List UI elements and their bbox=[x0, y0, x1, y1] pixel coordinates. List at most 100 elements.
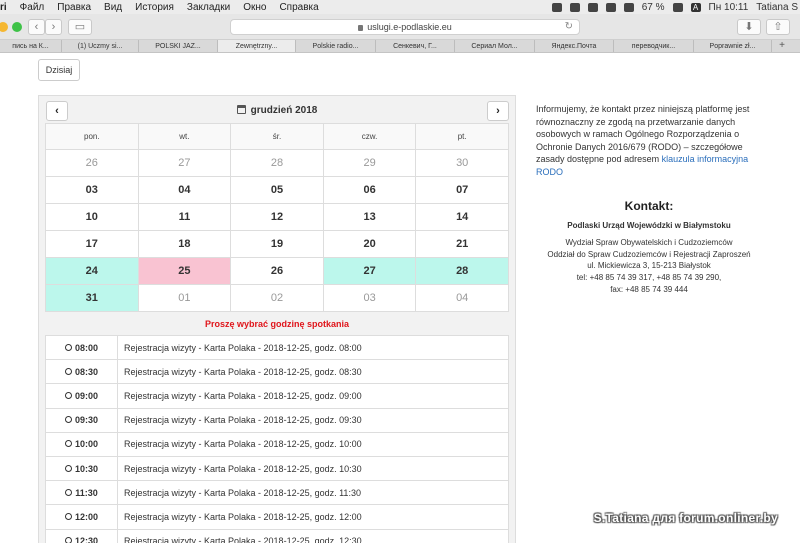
time-slot-time[interactable]: 09:30 bbox=[45, 407, 118, 433]
calendar-day-cell[interactable]: 02 bbox=[230, 284, 324, 312]
calendar-day-cell[interactable]: 10 bbox=[45, 203, 139, 231]
tab-item[interactable]: Poprawnie zł... bbox=[694, 40, 772, 52]
calendar-day-cell[interactable]: 27 bbox=[137, 149, 232, 177]
calendar-day-cell[interactable]: 19 bbox=[230, 230, 324, 258]
calendar-day-cell[interactable]: 12 bbox=[230, 203, 324, 231]
dropbox-icon[interactable] bbox=[551, 2, 562, 12]
sidebar-button[interactable]: ▭ bbox=[68, 19, 92, 35]
tab-item[interactable]: POLSKI JAZ... bbox=[139, 40, 218, 52]
battery-icon[interactable] bbox=[672, 2, 683, 12]
calendar-day-cell[interactable]: 21 bbox=[415, 230, 509, 258]
time-slot-description[interactable]: Rejestracja wizyty - Karta Polaka - 2018… bbox=[117, 359, 509, 385]
time-slot-time[interactable]: 10:30 bbox=[45, 455, 118, 482]
calendar-day-cell[interactable]: 17 bbox=[45, 230, 139, 258]
tab-item[interactable]: Сериал Мол... bbox=[455, 40, 535, 52]
time-slot-time-text: 11:30 bbox=[75, 487, 98, 498]
calendar-day-cell[interactable]: 30 bbox=[415, 149, 509, 177]
time-slot-row[interactable]: 10:00 Rejestracja wizyty - Karta Polaka -… bbox=[45, 431, 509, 457]
zoom-button[interactable] bbox=[12, 22, 22, 32]
new-tab-icon[interactable]: + bbox=[772, 40, 792, 52]
time-slot-time-text: 10:30 bbox=[74, 463, 99, 474]
calendar-day-cell[interactable]: 31 bbox=[45, 284, 139, 312]
menu-item-bookmarks[interactable]: Закладки bbox=[187, 2, 230, 13]
time-slot-description[interactable]: Rejestracja wizyty - Karta Polaka - 2018… bbox=[117, 334, 509, 361]
menubar-user[interactable]: Tatiana S bbox=[756, 2, 798, 13]
reload-icon[interactable]: ↻ bbox=[565, 20, 573, 34]
menu-app-name[interactable]: ri bbox=[0, 2, 7, 13]
share-button[interactable]: ⇧ bbox=[766, 19, 790, 35]
calendar-day-cell[interactable]: 27 bbox=[322, 257, 417, 285]
time-slot-row[interactable]: 08:00 Rejestracja wizyty - Karta Polaka -… bbox=[45, 334, 509, 361]
time-slot-row[interactable]: 09:30 Rejestracja wizyty - Karta Polaka -… bbox=[45, 407, 509, 433]
wifi-icon[interactable] bbox=[605, 2, 616, 12]
time-slot-description[interactable]: Rejestracja wizyty - Karta Polaka - 2018… bbox=[117, 455, 509, 482]
menu-item-window[interactable]: Окно bbox=[243, 2, 266, 13]
time-slot-time[interactable]: 12:00 bbox=[45, 504, 118, 530]
calendar-day-cell[interactable]: 04 bbox=[137, 176, 232, 204]
menubar-clock[interactable]: Пн 10:11 bbox=[709, 2, 749, 13]
time-slot-description[interactable]: Rejestracja wizyty - Karta Polaka - 2018… bbox=[117, 407, 509, 433]
next-month-button[interactable]: › bbox=[487, 101, 509, 121]
calendar-day-cell[interactable]: 24 bbox=[45, 257, 139, 285]
tab-item[interactable]: Polskie radio... bbox=[296, 40, 376, 52]
tab-item[interactable]: Яндекс.Почта bbox=[535, 40, 614, 52]
tab-item[interactable]: переводчик... bbox=[614, 40, 694, 52]
time-slot-description[interactable]: Rejestracja wizyty - Karta Polaka - 2018… bbox=[117, 528, 509, 543]
calendar-day-cell[interactable]: 01 bbox=[137, 284, 232, 312]
menu-item-edit[interactable]: Правка bbox=[57, 2, 91, 13]
forward-button[interactable]: › bbox=[45, 19, 62, 35]
time-slot-time[interactable]: 12:30 bbox=[45, 528, 118, 543]
time-slot-time[interactable]: 08:00 bbox=[45, 334, 118, 361]
camera-icon[interactable] bbox=[569, 2, 580, 12]
calendar-day-cell[interactable]: 28 bbox=[230, 149, 324, 177]
calendar-day-cell[interactable]: 03 bbox=[322, 284, 417, 312]
downloads-button[interactable]: ⬇ bbox=[737, 19, 761, 35]
time-slot-row[interactable]: 12:00 Rejestracja wizyty - Karta Polaka -… bbox=[45, 504, 509, 530]
today-button[interactable]: Dzisiaj bbox=[38, 59, 80, 81]
time-slot-row[interactable]: 08:30 Rejestracja wizyty - Karta Polaka -… bbox=[45, 359, 509, 385]
input-source-icon[interactable]: A bbox=[690, 2, 701, 12]
time-slot-time[interactable]: 08:30 bbox=[45, 359, 118, 385]
calendar-day-cell[interactable]: 11 bbox=[137, 203, 232, 231]
time-slot-time[interactable]: 10:00 bbox=[45, 431, 118, 457]
time-slot-description[interactable]: Rejestracja wizyty - Karta Polaka - 2018… bbox=[117, 431, 509, 457]
time-slot-description[interactable]: Rejestracja wizyty - Karta Polaka - 2018… bbox=[117, 480, 509, 506]
calendar-day-cell[interactable]: 26 bbox=[230, 257, 324, 285]
battery-percent[interactable]: 67 % bbox=[642, 2, 665, 13]
time-slot-time[interactable]: 11:30 bbox=[45, 480, 118, 506]
tab-item[interactable]: пись на К... bbox=[0, 40, 62, 52]
back-button[interactable]: ‹ bbox=[28, 19, 45, 35]
time-slot-row[interactable]: 10:30 Rejestracja wizyty - Karta Polaka -… bbox=[45, 455, 509, 482]
minimize-button[interactable] bbox=[0, 22, 8, 32]
calendar-day-cell[interactable]: 20 bbox=[322, 230, 417, 258]
calendar-day-cell[interactable]: 05 bbox=[230, 176, 324, 204]
volume-icon[interactable] bbox=[623, 2, 634, 12]
time-slot-description[interactable]: Rejestracja wizyty - Karta Polaka - 2018… bbox=[117, 383, 509, 409]
calendar-day-cell[interactable]: 14 bbox=[415, 203, 509, 231]
calendar-day-cell[interactable]: 04 bbox=[415, 284, 509, 312]
time-slot-row[interactable]: 12:30 Rejestracja wizyty - Karta Polaka -… bbox=[45, 528, 509, 543]
menu-item-help[interactable]: Справка bbox=[279, 2, 318, 13]
calendar-day-cell[interactable]: 25 bbox=[137, 257, 232, 285]
time-slot-description[interactable]: Rejestracja wizyty - Karta Polaka - 2018… bbox=[117, 504, 509, 530]
time-slot-time[interactable]: 09:00 bbox=[45, 383, 118, 409]
menu-item-file[interactable]: Файл bbox=[20, 2, 45, 13]
tab-item[interactable]: Сенкевич, Г... bbox=[376, 40, 455, 52]
menu-item-view[interactable]: Вид bbox=[104, 2, 122, 13]
menu-item-history[interactable]: История bbox=[135, 2, 174, 13]
calendar-day-cell[interactable]: 26 bbox=[45, 149, 139, 177]
bluetooth-icon[interactable] bbox=[587, 2, 598, 12]
sidebar-icon: ▭ bbox=[74, 21, 86, 33]
calendar-day-cell[interactable]: 07 bbox=[415, 176, 509, 204]
calendar-day-cell[interactable]: 29 bbox=[322, 149, 417, 177]
calendar-day-cell[interactable]: 06 bbox=[322, 176, 417, 204]
tab-item[interactable]: (1) Uczmy si... bbox=[62, 40, 139, 52]
calendar-day-cell[interactable]: 13 bbox=[322, 203, 417, 231]
time-slot-row[interactable]: 09:00 Rejestracja wizyty - Karta Polaka -… bbox=[45, 383, 509, 409]
calendar-day-cell[interactable]: 28 bbox=[415, 257, 509, 285]
calendar-day-cell[interactable]: 18 bbox=[137, 230, 232, 258]
calendar-day-cell[interactable]: 03 bbox=[45, 176, 139, 204]
address-bar[interactable]: uslugi.e-podlaskie.eu ↻ bbox=[230, 19, 580, 35]
time-slot-row[interactable]: 11:30 Rejestracja wizyty - Karta Polaka -… bbox=[45, 480, 509, 506]
tab-item-active[interactable]: Zewnętrzny... bbox=[218, 40, 296, 52]
